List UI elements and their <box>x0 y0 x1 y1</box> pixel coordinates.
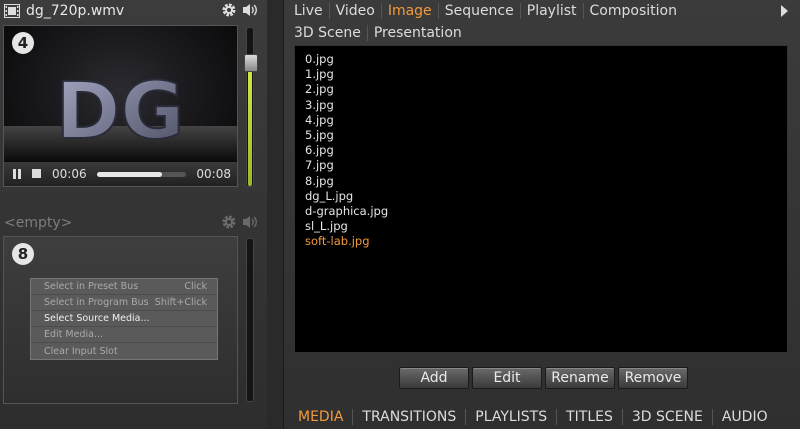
speaker-icon[interactable] <box>241 2 259 18</box>
video-thumbnail: DG <box>4 66 237 162</box>
file-list-item[interactable]: 2.jpg <box>305 82 777 97</box>
slot1-header: dg_720p.wmv <box>0 0 267 22</box>
seek-bar-fill <box>96 171 163 177</box>
media-panel: Live Video Image Sequence Playlist Compositio… <box>283 0 800 429</box>
tab-image[interactable]: Image <box>382 3 439 19</box>
tab-composition[interactable]: Composition <box>584 3 683 19</box>
menu-item-shortcut: Shift+Click <box>154 297 207 308</box>
file-list-item[interactable]: 4.jpg <box>305 113 777 128</box>
tab-video[interactable]: Video <box>330 3 382 19</box>
rename-button[interactable]: Rename <box>545 367 615 389</box>
tab-row-1: Live Video Image Sequence Playlist Compositio… <box>284 0 800 22</box>
file-list-item[interactable]: sl_L.jpg <box>305 219 777 234</box>
tabs-scroll-right-icon[interactable] <box>781 5 788 17</box>
slot2-header: <empty> <box>0 212 267 234</box>
slot1-volume-slider[interactable] <box>244 27 258 187</box>
gear-icon[interactable] <box>221 2 237 18</box>
slot1-title: dg_720p.wmv <box>26 3 125 19</box>
gear-icon <box>221 214 237 230</box>
bottom-tab-playlists[interactable]: PLAYLISTS <box>466 409 558 425</box>
seek-bar[interactable] <box>96 171 187 177</box>
file-list[interactable]: 0.jpg 1.jpg 2.jpg 3.jpg 4.jpg 5.jpg 6.jpg 7.jpg… <box>294 45 788 353</box>
tab-playlist[interactable]: Playlist <box>521 3 584 19</box>
menu-item-label: Select Source Media... <box>44 313 150 324</box>
file-list-item[interactable]: 5.jpg <box>305 128 777 143</box>
file-list-item[interactable]: 7.jpg <box>305 158 777 173</box>
time-total: 00:08 <box>196 167 231 181</box>
film-icon <box>4 4 20 18</box>
slot2-number: 8 <box>12 243 34 265</box>
tab-sequence[interactable]: Sequence <box>439 3 521 19</box>
input-slots-panel: dg_720p.wmv 4 DG 00:06 00:08 <empty> 8 S… <box>0 0 267 429</box>
file-list-item[interactable]: 3.jpg <box>305 98 777 113</box>
file-actions: Add Edit Rename Remove <box>399 367 688 389</box>
file-list-item[interactable]: 1.jpg <box>305 67 777 82</box>
menu-item-label: Select in Preset Bus <box>44 281 139 292</box>
menu-item-shortcut: Click <box>184 281 207 292</box>
menu-item-label: Edit Media... <box>44 329 104 340</box>
menu-item-label: Clear Input Slot <box>44 345 118 357</box>
menu-item-clear-input-slot: Clear Input Slot <box>31 343 217 359</box>
bottom-tab-titles[interactable]: TITLES <box>557 409 623 425</box>
menu-item-select-source-media[interactable]: Select Source Media... <box>31 311 217 327</box>
tab-presentation[interactable]: Presentation <box>368 25 468 41</box>
remove-button[interactable]: Remove <box>618 367 688 389</box>
stop-icon[interactable] <box>32 169 42 179</box>
tab-row-2: 3D Scene Presentation <box>284 22 800 44</box>
edit-button[interactable]: Edit <box>472 367 542 389</box>
slot1-volume-knob[interactable] <box>244 53 258 72</box>
speaker-icon <box>241 214 259 230</box>
slot-context-menu: Select in Preset Bus Click Select in Progr… <box>30 278 218 360</box>
bottom-tab-transitions[interactable]: TRANSITIONS <box>353 409 467 425</box>
menu-item-select-in-program-bus: Select in Program Bus Shift+Click <box>31 295 217 311</box>
transport-bar: 00:06 00:08 <box>4 162 237 186</box>
tab-live[interactable]: Live <box>288 3 330 19</box>
file-list-item[interactable]: soft-lab.jpg <box>305 234 777 249</box>
tab-3d-scene[interactable]: 3D Scene <box>288 25 368 41</box>
bottom-tab-audio[interactable]: AUDIO <box>713 409 777 425</box>
file-list-item[interactable]: d-graphica.jpg <box>305 204 777 219</box>
bottom-tabs: MEDIA TRANSITIONS PLAYLISTS TITLES 3D SCENE A… <box>284 405 800 429</box>
slot2-volume-slider[interactable] <box>246 238 254 402</box>
thumbnail-logo: DG <box>56 67 185 157</box>
file-list-item[interactable]: 0.jpg <box>305 52 777 67</box>
file-list-item[interactable]: 6.jpg <box>305 143 777 158</box>
menu-item-edit-media: Edit Media... <box>31 327 217 343</box>
add-button[interactable]: Add <box>399 367 469 389</box>
pause-icon[interactable] <box>12 169 22 179</box>
file-list-item[interactable]: 8.jpg <box>305 174 777 189</box>
bottom-tab-media[interactable]: MEDIA <box>289 409 354 425</box>
bottom-tab-3d-scene[interactable]: 3D SCENE <box>623 409 713 425</box>
media-type-tabs: Live Video Image Sequence Playlist Compositio… <box>284 0 800 44</box>
slot2-title: <empty> <box>4 215 73 231</box>
menu-item-label: Select in Program Bus <box>44 297 149 308</box>
menu-item-select-in-preset-bus: Select in Preset Bus Click <box>31 279 217 295</box>
slot1-preview[interactable]: 4 DG 00:06 00:08 <box>3 25 238 187</box>
slot1-volume-fill <box>248 62 252 186</box>
time-current: 00:06 <box>52 167 87 181</box>
file-list-item[interactable]: dg_L.jpg <box>305 189 777 204</box>
